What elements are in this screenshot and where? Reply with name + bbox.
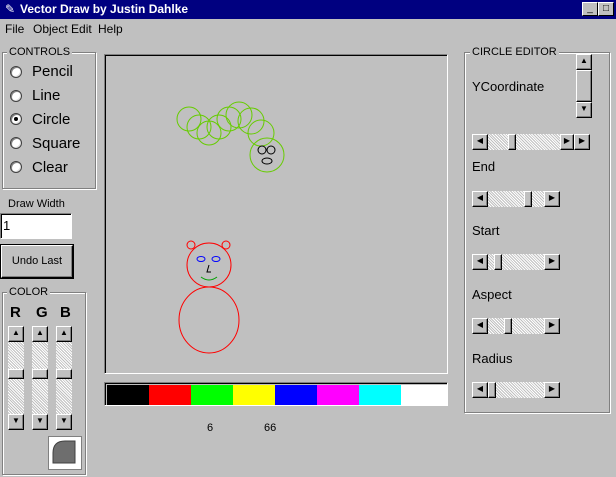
green-scrollbar[interactable]: ▲ ▼ <box>32 326 48 430</box>
window-title: Vector Draw by Justin Dahlke <box>20 2 189 16</box>
controls-group-label: CONTROLS <box>7 46 73 58</box>
start-scrollbar[interactable]: ◀ ▶ <box>472 254 560 270</box>
drawing-surface <box>176 101 285 354</box>
radio-square-label[interactable]: Square <box>32 136 80 152</box>
radio-line-label[interactable]: Line <box>32 88 60 104</box>
channel-r-label: R <box>10 304 21 321</box>
channel-b-label: B <box>60 304 71 321</box>
readout-first: 6 <box>207 422 214 434</box>
start-thumb[interactable] <box>494 254 502 270</box>
menu-bar: File Object Edit Help <box>0 19 616 39</box>
drawn-circle <box>176 106 202 132</box>
green-scroll-up-arrow[interactable]: ▲ <box>32 326 48 342</box>
draw-width-label: Draw Width <box>8 198 65 210</box>
ycoordinate-scrollbar[interactable]: ◀ ▶ ▶ <box>472 134 590 150</box>
app-icon: ✎ <box>4 2 16 16</box>
swatch-magenta[interactable] <box>317 385 359 405</box>
end-label: End <box>472 159 496 174</box>
radius-label: Radius <box>472 351 513 366</box>
minimize-button[interactable]: _ <box>582 2 598 16</box>
ycoordinate-end-arrow[interactable]: ▶ <box>574 134 590 150</box>
end-scrollbar[interactable]: ◀ ▶ <box>472 191 560 207</box>
red-scroll-thumb[interactable] <box>8 369 24 379</box>
red-scroll-up-arrow[interactable]: ▲ <box>8 326 24 342</box>
ycoordinate-vscroll-down-arrow[interactable]: ▼ <box>576 102 592 118</box>
red-scroll-down-arrow[interactable]: ▼ <box>8 414 24 430</box>
color-preview <box>48 436 82 470</box>
end-right-arrow[interactable]: ▶ <box>544 191 560 207</box>
drawing-canvas[interactable] <box>104 54 448 374</box>
start-label: Start <box>472 223 500 238</box>
ycoordinate-thumb[interactable] <box>508 134 516 150</box>
drawn-circle <box>247 119 275 147</box>
start-right-arrow[interactable]: ▶ <box>544 254 560 270</box>
menu-object-edit[interactable]: Object Edit <box>33 22 92 36</box>
ycoordinate-vscroll-thumb[interactable] <box>576 70 592 102</box>
radio-circle-label[interactable]: Circle <box>32 112 70 128</box>
radio-clear[interactable] <box>10 161 22 173</box>
menu-help[interactable]: Help <box>98 22 123 36</box>
menu-file[interactable]: File <box>5 22 24 36</box>
end-thumb[interactable] <box>524 191 532 207</box>
figure-nose <box>206 264 211 273</box>
ycoordinate-label: YCoordinate <box>472 79 545 94</box>
blue-scroll-up-arrow[interactable]: ▲ <box>56 326 72 342</box>
ycoordinate-left-arrow[interactable]: ◀ <box>472 134 488 150</box>
ycoordinate-right-arrow[interactable]: ▶ <box>560 134 574 150</box>
ycoordinate-vscroll-up-arrow[interactable]: ▲ <box>576 54 592 70</box>
radio-line[interactable] <box>10 90 22 102</box>
color-palette <box>104 382 448 406</box>
radius-right-arrow[interactable]: ▶ <box>544 382 560 398</box>
radio-circle[interactable] <box>10 113 22 125</box>
end-left-arrow[interactable]: ◀ <box>472 191 488 207</box>
readout-second: 66 <box>264 422 277 434</box>
aspect-right-arrow[interactable]: ▶ <box>544 318 560 334</box>
start-left-arrow[interactable]: ◀ <box>472 254 488 270</box>
radio-pencil[interactable] <box>10 66 22 78</box>
swatch-cyan[interactable] <box>359 385 401 405</box>
green-scroll-down-arrow[interactable]: ▼ <box>32 414 48 430</box>
radio-square[interactable] <box>10 137 22 149</box>
undo-last-label: Undo Last <box>11 255 63 267</box>
swatch-blue[interactable] <box>275 385 317 405</box>
figure-mouth <box>200 276 218 281</box>
maximize-button[interactable]: □ <box>598 2 614 16</box>
radius-left-arrow[interactable]: ◀ <box>472 382 488 398</box>
aspect-left-arrow[interactable]: ◀ <box>472 318 488 334</box>
draw-width-input[interactable]: 1 <box>0 213 72 239</box>
figure-body <box>178 286 240 354</box>
blue-scroll-thumb[interactable] <box>56 369 72 379</box>
blue-scroll-down-arrow[interactable]: ▼ <box>56 414 72 430</box>
green-face-features <box>257 145 276 165</box>
radio-clear-label[interactable]: Clear <box>32 160 68 176</box>
swatch-green[interactable] <box>191 385 233 405</box>
aspect-scrollbar[interactable]: ◀ ▶ <box>472 318 560 334</box>
aspect-label: Aspect <box>472 287 512 302</box>
swatch-red[interactable] <box>149 385 191 405</box>
figure-eyes <box>196 256 221 262</box>
drawn-circle <box>249 137 285 173</box>
title-bar[interactable]: ✎ Vector Draw by Justin Dahlke _ □ <box>0 0 616 19</box>
swatch-white[interactable] <box>401 385 447 405</box>
radio-pencil-label[interactable]: Pencil <box>32 64 73 80</box>
circle-editor-label: CIRCLE EDITOR <box>470 46 559 58</box>
draw-width-value: 1 <box>3 218 11 233</box>
green-circle-chain <box>176 101 285 173</box>
channel-g-label: G <box>36 304 48 321</box>
aspect-thumb[interactable] <box>504 318 512 334</box>
red-figure <box>178 240 240 354</box>
red-scrollbar[interactable]: ▲ ▼ <box>8 326 24 430</box>
green-scroll-thumb[interactable] <box>32 369 48 379</box>
blue-scrollbar[interactable]: ▲ ▼ <box>56 326 72 430</box>
undo-last-button[interactable]: Undo Last <box>1 245 73 278</box>
swatch-black[interactable] <box>107 385 149 405</box>
color-group-label: COLOR <box>7 286 51 298</box>
ycoordinate-vscroll[interactable]: ▲ ▼ <box>576 54 592 118</box>
radius-scrollbar[interactable]: ◀ ▶ <box>472 382 560 398</box>
swatch-yellow[interactable] <box>233 385 275 405</box>
radius-thumb[interactable] <box>488 382 496 398</box>
